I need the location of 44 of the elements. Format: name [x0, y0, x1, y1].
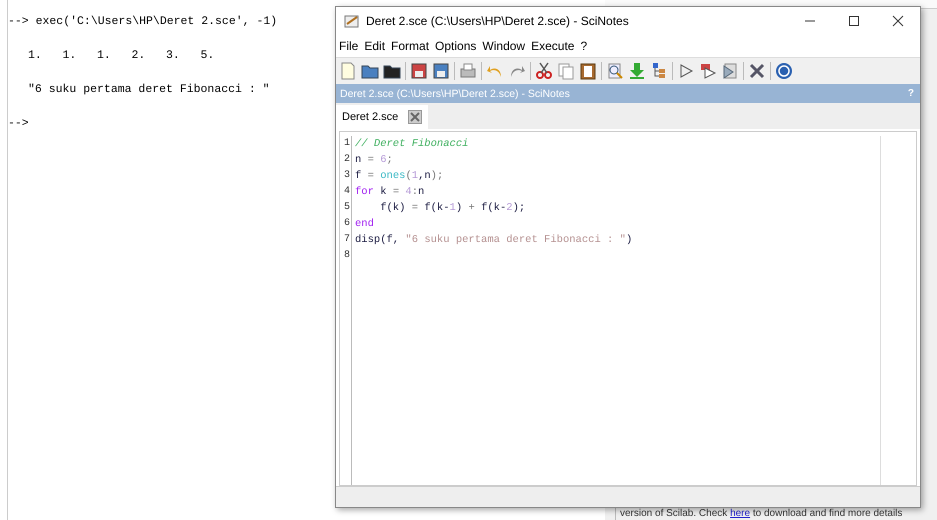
menu-item[interactable]: File [339, 39, 358, 53]
close-icon[interactable] [408, 110, 422, 124]
menu-item[interactable]: ? [580, 39, 588, 53]
line-number: 7 [342, 233, 350, 247]
console-command: --> exec('C:\Users\HP\Deret 2.sce', -1) [8, 14, 278, 30]
code-line: f(k) = f(k-1) + f(k-2); [379, 202, 526, 214]
menu-item[interactable]: Edit [364, 39, 386, 53]
code-line: // Deret Fibonacci [355, 138, 468, 150]
line-number: 2 [342, 153, 350, 167]
panel-title: Deret 2.sce (C:\Users\HP\Deret 2.sce) - SciNotes [340, 88, 570, 100]
line-number: 4 [342, 185, 350, 199]
code-line: end [355, 218, 374, 230]
line-number: 5 [342, 201, 350, 215]
line-number: 3 [342, 169, 350, 183]
code-line: disp(f, "6 suku pertama deret Fibonacci : ") [355, 234, 632, 246]
console-command: --> [8, 116, 30, 132]
menu-item[interactable]: Execute [531, 39, 574, 53]
menu-item[interactable]: Options [435, 39, 476, 53]
tab-label: Deret 2.sce [342, 111, 398, 123]
tree-icon[interactable] [650, 62, 668, 80]
clipboard-icon[interactable] [579, 62, 597, 80]
printer-icon[interactable] [459, 62, 477, 80]
line-number: 1 [342, 137, 350, 151]
play-icon[interactable] [721, 62, 739, 80]
file-tab[interactable]: Deret 2.sce [336, 105, 428, 129]
code-line: for k = 4:n [355, 186, 424, 198]
help-icon[interactable] [775, 62, 793, 80]
line-number: 6 [342, 217, 350, 231]
code-line: n = 6; [355, 154, 393, 166]
console-output: 1. 1. 1. 2. 3. 5. [27, 48, 216, 64]
here-link[interactable]: here [730, 508, 750, 519]
scissors-icon[interactable] [535, 62, 553, 80]
menu-item[interactable]: Window [482, 39, 526, 53]
menu-item[interactable]: Format [391, 39, 430, 53]
update-notice: version of Scilab. Check here to download and find more details [620, 508, 902, 519]
window-title: Deret 2.sce (C:\Users\HP\Deret 2.sce) - SciNotes [366, 14, 630, 28]
close-icon[interactable] [892, 15, 904, 27]
magnifier-icon[interactable] [606, 62, 624, 80]
notepad-pen-icon [344, 14, 360, 28]
console-output: "6 suku pertama deret Fibonacci : " [27, 82, 271, 98]
line-number: 8 [342, 249, 350, 263]
maximize-icon[interactable] [848, 15, 860, 27]
play-icon[interactable] [699, 62, 717, 80]
code-line: f = ones(1,n); [355, 170, 444, 182]
